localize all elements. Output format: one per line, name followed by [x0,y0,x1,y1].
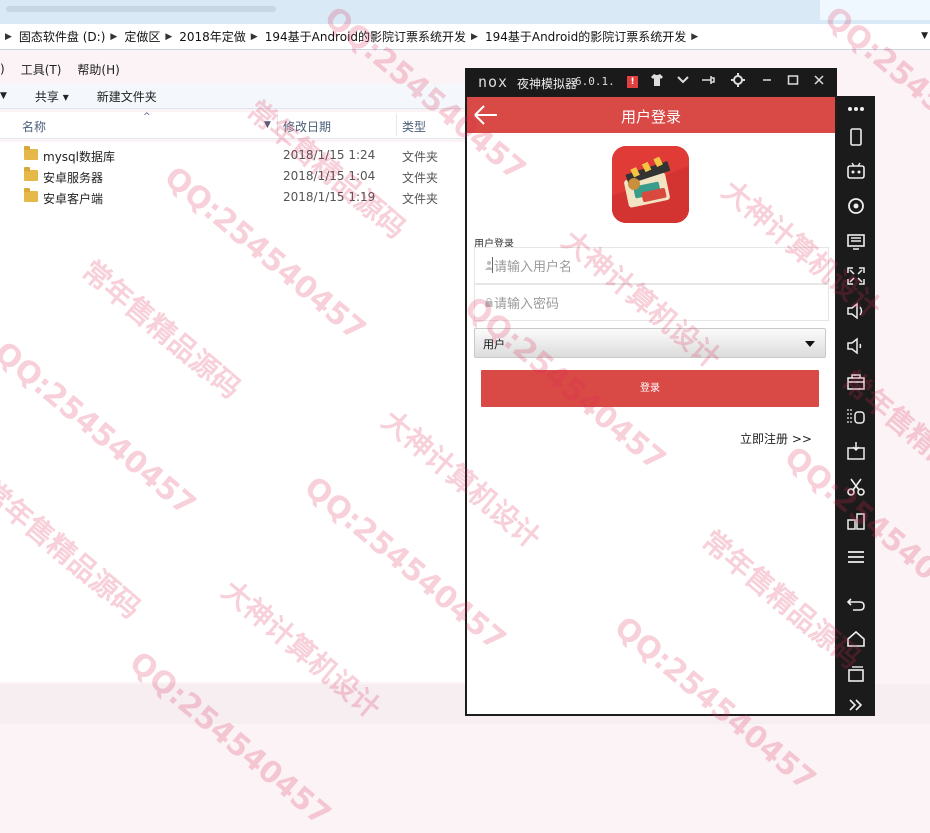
blurred-title [6,6,276,12]
file-type: 文件夹 [402,171,439,185]
column-divider[interactable] [277,114,278,136]
folder-icon [24,167,38,181]
file-date: 2018/1/15 1:24 [283,148,376,162]
close-icon[interactable] [810,73,828,91]
file-name: 安卓服务器 [43,171,104,185]
breadcrumb-item[interactable]: 194基于Android的影院订票系统开发 [485,28,686,45]
maximize-icon[interactable] [784,73,802,91]
chevron-right-icon: ▶ [165,31,173,42]
file-row[interactable]: mysql数据库 2018/1/15 1:24 文件夹 [0,145,465,166]
username-placeholder: 请输入用户名 [494,260,573,275]
emulator-window: nox 夜神模拟器 6.0.1. ! 用户登录 用户登录 请输入用户名 请输入密… [465,68,837,716]
app-logo-icon [612,146,689,223]
column-divider[interactable] [396,114,397,136]
app-bar: 用户登录 [467,97,835,133]
file-type: 文件夹 [402,192,439,206]
volume-up-icon[interactable] [845,300,867,322]
menu-item-help[interactable]: 帮助(H) [77,61,119,78]
file-type: 文件夹 [402,150,439,164]
breadcrumb-item[interactable]: 固态软件盘 (D:) [19,28,105,45]
lock-icon [485,296,493,307]
column-header: 名称 ^ ▼ 修改日期 类型 [0,112,465,139]
chevron-right-icon: ▶ [471,31,478,42]
breadcrumb-item[interactable]: 定做区 [124,28,160,45]
chevron-down-icon[interactable]: ▼ [0,91,7,101]
nox-logo: nox [478,73,509,91]
emulator-title-bar[interactable]: nox 夜神模拟器 6.0.1. ! [465,68,837,96]
explorer-toolbar: ▼ 共享 ▾ 新建文件夹 [0,84,465,109]
chevron-right-icon: ▶ [691,31,699,42]
password-field[interactable]: 请输入密码 [474,284,829,321]
address-bar[interactable]: ▶ 固态软件盘 (D:) ▶ 定做区 ▶ 2018年定做 ▶ 194基于Andr… [0,24,930,50]
file-date: 2018/1/15 1:04 [283,169,376,183]
chevron-down-icon[interactable]: ▼ [264,120,271,130]
breadcrumb-item[interactable]: 2018年定做 [179,28,246,45]
emulator-sidebar [837,96,875,716]
username-field[interactable]: 请输入用户名 [474,247,829,284]
app-title: 用户登录 [620,108,681,126]
menu-item[interactable]: ) [0,62,5,76]
robot-icon[interactable] [845,160,867,182]
folder-icon [24,188,38,202]
emulator-version: 6.0.1. [575,75,615,88]
file-row[interactable]: 安卓服务器 2018/1/15 1:04 文件夹 [0,166,465,187]
menu-icon[interactable] [845,546,867,568]
new-folder-button[interactable]: 新建文件夹 [97,88,157,105]
phone-rotate-icon[interactable] [845,126,867,148]
file-list: mysql数据库 2018/1/15 1:24 文件夹 安卓服务器 2018/1… [0,142,465,682]
password-placeholder: 请输入密码 [494,297,560,312]
column-name[interactable]: 名称 [22,118,46,135]
column-date[interactable]: 修改日期 [283,118,331,135]
minimize-icon[interactable] [758,73,776,91]
volume-down-icon[interactable] [845,335,867,357]
emulator-name: 夜神模拟器 [517,77,578,91]
chevron-down-icon[interactable] [674,73,692,91]
register-link[interactable]: 立即注册 >> [740,430,812,447]
file-name: mysql数据库 [43,150,115,164]
location-icon[interactable] [845,195,867,217]
more-icon[interactable] [845,98,867,120]
login-button[interactable]: 登录 [481,370,819,407]
home-icon[interactable] [845,628,867,650]
multi-instance-icon[interactable] [845,510,867,532]
file-date: 2018/1/15 1:19 [283,190,376,204]
chevron-right-icon: ▶ [110,31,118,42]
sort-arrow-icon: ^ [143,112,151,122]
expand-icon[interactable] [845,694,867,716]
menu-item-tools[interactable]: 工具(T) [21,61,62,78]
pin-icon[interactable] [700,73,718,91]
file-name: 安卓客户端 [43,192,104,206]
dropdown-arrow-icon[interactable]: ▼ [921,31,928,41]
breadcrumb-item[interactable]: 194基于Android的影院订票系统开发 [265,28,466,45]
shirt-icon[interactable] [648,73,666,91]
chevron-right-icon: ▶ [5,31,12,42]
folder-icon [24,146,38,160]
toolbox-icon[interactable] [845,370,867,392]
android-screen: 用户登录 用户登录 请输入用户名 请输入密码 用户 登录 立即注册 >> [467,97,835,714]
dropdown-arrow-icon [805,341,815,347]
back-icon[interactable] [845,592,867,614]
menu-bar: ) 工具(T) 帮助(H) [0,58,465,80]
column-type[interactable]: 类型 [402,118,426,135]
recents-icon[interactable] [845,663,867,685]
scissors-icon[interactable] [845,476,867,498]
share-button[interactable]: 共享 ▾ [35,88,69,105]
role-select[interactable]: 用户 [474,328,826,358]
screen-icon[interactable] [845,230,867,252]
file-row[interactable]: 安卓客户端 2018/1/15 1:19 文件夹 [0,187,465,208]
window-title-strip [0,0,930,24]
title-highlight [820,0,930,20]
alert-icon[interactable]: ! [627,76,638,88]
install-apk-icon[interactable] [845,405,867,427]
apk-icon[interactable] [845,440,867,462]
role-select-value: 用户 [483,338,505,351]
text-cursor [492,257,493,273]
chevron-right-icon: ▶ [250,31,258,42]
fullscreen-icon[interactable] [845,265,867,287]
gear-icon[interactable] [729,73,747,91]
